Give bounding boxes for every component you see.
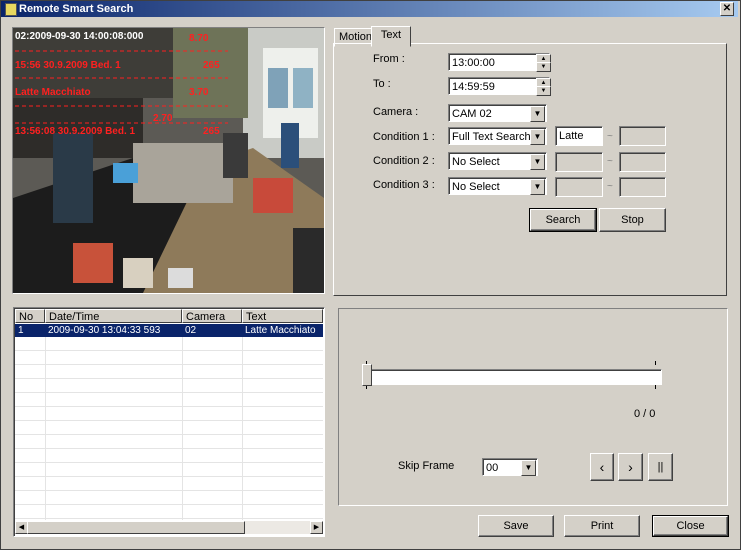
playback-slider-thumb[interactable] [362, 364, 372, 386]
to-spin-down[interactable]: ▼ [536, 86, 551, 96]
condition3-range-end [619, 177, 666, 197]
column-header-text[interactable]: Text [242, 309, 323, 323]
column-header-no[interactable]: No [15, 309, 45, 323]
slider-end-tick [655, 361, 656, 365]
to-time-value: 14:59:59 [452, 81, 495, 93]
condition3-value: No Select [452, 181, 500, 193]
range-separator: ~ [607, 156, 613, 167]
close-window-button[interactable]: ✕ [720, 2, 734, 16]
column-header-camera[interactable]: Camera [182, 309, 242, 323]
condition3-select[interactable]: No Select ▼ [448, 177, 547, 195]
from-time-value: 13:00:00 [452, 57, 495, 69]
condition2-select[interactable]: No Select ▼ [448, 152, 547, 170]
from-label: From : [373, 53, 405, 65]
stop-button[interactable]: Stop [599, 208, 666, 232]
chevron-down-icon[interactable]: ▼ [530, 106, 545, 122]
from-time-field[interactable]: 13:00:00 [448, 53, 550, 71]
scrollbar-thumb[interactable] [27, 521, 245, 534]
range-separator: ~ [607, 131, 613, 142]
to-label: To : [373, 78, 391, 90]
condition1-value: Full Text Search [452, 131, 531, 143]
condition2-text-input [555, 152, 603, 172]
video-preview: 02:2009-09-30 14:00:08:000 8.70 15:56 30… [12, 27, 325, 294]
range-separator: ~ [607, 181, 613, 192]
results-list[interactable]: No Date/Time Camera Text 1 2009-09-30 13… [13, 307, 325, 537]
app-icon [5, 3, 17, 16]
horizontal-scrollbar[interactable]: ◀ ▶ [15, 521, 323, 534]
print-button[interactable]: Print [564, 515, 640, 537]
camera-select[interactable]: CAM 02 ▼ [448, 104, 547, 122]
condition1-range-end [619, 126, 666, 146]
cell-no: 1 [18, 325, 24, 336]
from-spin-down[interactable]: ▼ [536, 62, 551, 72]
pause-button[interactable]: || [648, 453, 673, 481]
condition2-range-end [619, 152, 666, 172]
next-frame-button[interactable]: › [618, 453, 643, 481]
chevron-down-icon[interactable]: ▼ [521, 460, 536, 476]
camera-value: CAM 02 [452, 108, 492, 120]
tab-text[interactable]: Text [371, 26, 411, 47]
close-button[interactable]: Close [652, 515, 729, 537]
skip-frame-value: 00 [486, 462, 499, 474]
to-time-field[interactable]: 14:59:59 [448, 77, 550, 95]
window-title: Remote Smart Search [19, 3, 134, 15]
skip-frame-label: Skip Frame [398, 460, 455, 472]
playback-slider-track[interactable] [368, 369, 662, 385]
chevron-down-icon[interactable]: ▼ [530, 179, 545, 195]
camera-label: Camera : [373, 106, 419, 118]
table-row[interactable]: 1 2009-09-30 13:04:33 593 02 Latte Macch… [15, 324, 323, 337]
frame-counter: 0 / 0 [634, 408, 656, 420]
condition2-label: Condition 2 : [373, 155, 435, 167]
condition1-label: Condition 1 : [373, 131, 435, 143]
chevron-down-icon[interactable]: ▼ [530, 129, 545, 145]
condition2-value: No Select [452, 156, 500, 168]
previous-frame-button[interactable]: ‹ [590, 453, 614, 481]
skip-frame-select[interactable]: 00 ▼ [482, 458, 538, 476]
ocr-region-lines [15, 50, 228, 124]
condition3-label: Condition 3 : [373, 179, 435, 191]
chevron-down-icon[interactable]: ▼ [530, 154, 545, 170]
condition3-text-input [555, 177, 603, 197]
condition1-select[interactable]: Full Text Search ▼ [448, 127, 547, 145]
save-button[interactable]: Save [478, 515, 554, 537]
title-bar: Remote Smart Search ✕ [1, 1, 738, 17]
cell-camera: 02 [185, 325, 197, 336]
condition1-text-input[interactable]: Latte [555, 126, 603, 146]
cell-text: Latte Macchiato [245, 325, 316, 336]
slider-end-tick [655, 385, 656, 389]
scroll-right-icon[interactable]: ▶ [310, 521, 323, 534]
condition1-text-value: Latte [559, 130, 584, 142]
search-button[interactable]: Search [529, 208, 597, 232]
cell-datetime: 2009-09-30 13:04:33 593 [48, 325, 161, 336]
column-header-datetime[interactable]: Date/Time [45, 309, 182, 323]
